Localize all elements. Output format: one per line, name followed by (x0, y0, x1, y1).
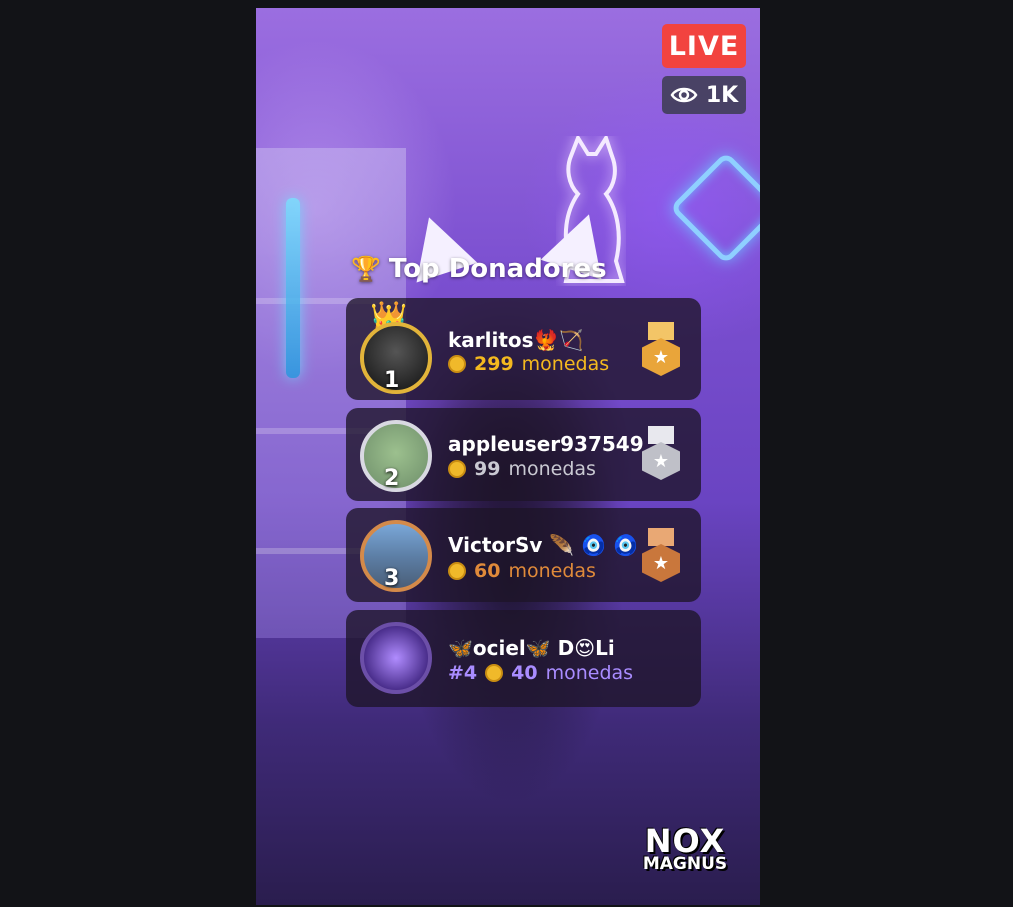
live-badge: LIVE (662, 24, 746, 68)
eye-icon (670, 87, 698, 103)
coin-unit: monedas (545, 662, 634, 684)
gold-medal-icon: ★ (640, 322, 682, 380)
donor-name: VictorSv 🪶 🧿 🧿 (448, 533, 639, 557)
avatar[interactable] (360, 622, 432, 694)
live-label: LIVE (668, 30, 740, 62)
coin-unit: monedas (508, 560, 596, 582)
coin-icon (448, 460, 466, 478)
trophy-icon: 🏆 (351, 255, 381, 283)
rank-number: 1 (384, 368, 400, 393)
coin-amount: 60 (474, 560, 501, 582)
coin-icon (485, 664, 504, 682)
panel-title-text: Top Donadores (388, 254, 607, 284)
neon-diamond-sign (669, 151, 760, 265)
donor-name: karlitos🐦‍🔥🏹 (448, 328, 584, 352)
viewer-count-badge[interactable]: 1K (662, 76, 746, 114)
coin-unit: monedas (521, 353, 610, 375)
rank-number: 2 (384, 466, 400, 491)
top-donors-title: 🏆 Top Donadores (351, 254, 607, 284)
coin-unit: monedas (508, 458, 596, 480)
rank-number: #4 (448, 662, 478, 684)
logo-line-1: NOX (644, 822, 726, 860)
donor-row-3[interactable]: 3 VictorSv 🪶 🧿 🧿 60 monedas ★ (346, 508, 701, 602)
neon-sword-decoration (286, 198, 300, 378)
coin-icon (448, 562, 466, 580)
viewer-count: 1K (705, 82, 739, 108)
donor-coins: 99 monedas (448, 458, 596, 480)
coin-icon (448, 355, 466, 373)
donor-name: 🦋ociel🦋 D😍Li (448, 636, 615, 660)
rank-number: 3 (384, 566, 400, 591)
nox-magnus-logo: NOX MAGNUS (640, 822, 730, 875)
donor-coins: #4 40 monedas (448, 662, 633, 684)
donor-row-4[interactable]: 🦋ociel🦋 D😍Li #4 40 monedas (346, 610, 701, 707)
donor-coins: 299 monedas (448, 353, 609, 375)
coin-amount: 40 (511, 662, 538, 684)
donor-name: appleuser937549 (448, 432, 644, 456)
silver-medal-icon: ★ (640, 426, 682, 484)
donor-row-1[interactable]: 👑 1 karlitos🐦‍🔥🏹 299 monedas ★ (346, 298, 701, 400)
bronze-medal-icon: ★ (640, 528, 682, 586)
logo-line-2: MAGNUS (642, 854, 728, 875)
donor-coins: 60 monedas (448, 560, 596, 582)
coin-amount: 99 (474, 458, 501, 480)
donor-row-2[interactable]: 2 appleuser937549 99 monedas ★ (346, 408, 701, 501)
live-stream-view: LIVE 1K 🏆 Top Donadores 👑 1 karlitos🐦‍🔥🏹… (256, 8, 760, 905)
coin-amount: 299 (474, 353, 514, 375)
